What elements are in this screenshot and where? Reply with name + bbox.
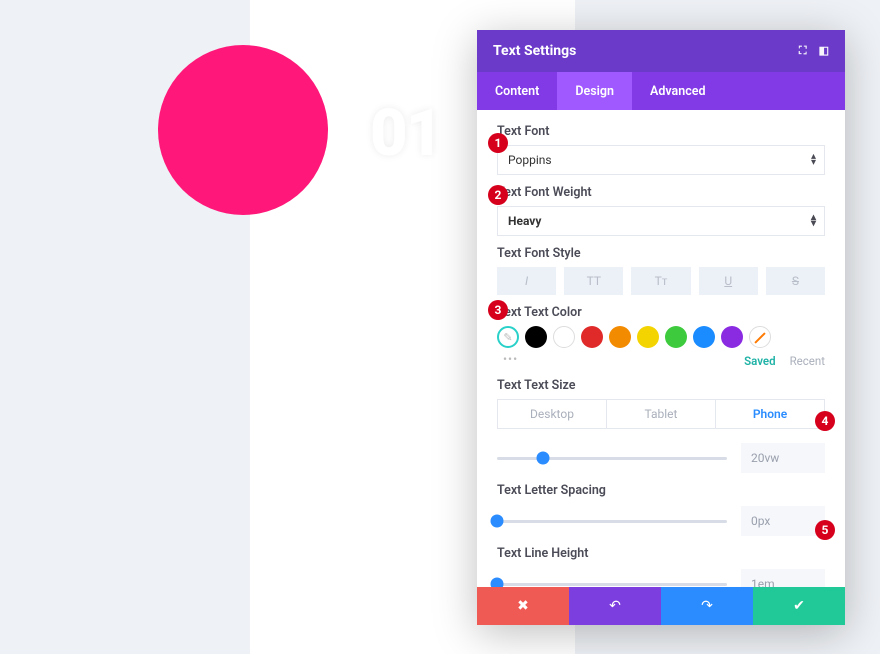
color-swatch-white[interactable] (553, 326, 575, 348)
callout-badge-3: 3 (488, 300, 508, 320)
color-swatch-green[interactable] (665, 326, 687, 348)
text-size-input[interactable]: 20vw (741, 443, 825, 473)
palette-saved-tab[interactable]: Saved (744, 354, 775, 368)
redo-button[interactable]: ↷ (661, 587, 753, 625)
select-arrows-icon: ▴▾ (811, 215, 816, 227)
panel-footer: ✖ ↶ ↷ ✔ (477, 587, 845, 625)
letter-spacing-input[interactable]: 0px (741, 506, 825, 536)
font-style-group: I TT Tᴛ U S (497, 267, 825, 295)
save-button[interactable]: ✔ (753, 587, 845, 625)
panel-body: Text Font Poppins ▴▾ Text Font Weight He… (477, 110, 845, 587)
tab-content[interactable]: Content (477, 72, 557, 110)
color-swatch-yellow[interactable] (637, 326, 659, 348)
device-tab-tablet[interactable]: Tablet (607, 400, 716, 428)
weight-label: Text Font Weight (497, 185, 825, 200)
palette-recent-tab[interactable]: Recent (790, 354, 825, 368)
text-size-slider[interactable] (497, 457, 727, 460)
italic-button[interactable]: I (497, 267, 556, 295)
letter-spacing-slider[interactable] (497, 520, 727, 523)
cancel-button[interactable]: ✖ (477, 587, 569, 625)
uppercase-button[interactable]: TT (564, 267, 623, 295)
line-height-input[interactable]: 1em (741, 569, 825, 587)
color-swatch-black[interactable] (525, 326, 547, 348)
device-tab-phone[interactable]: Phone (716, 400, 824, 428)
style-label: Text Font Style (497, 246, 825, 261)
snap-icon[interactable]: ◧ (819, 44, 829, 58)
color-swatch-none[interactable] (749, 326, 771, 348)
panel-header: Text Settings ⛶ ◧ (477, 30, 845, 72)
font-value: Poppins (508, 153, 552, 167)
tab-advanced[interactable]: Advanced (632, 72, 724, 110)
smallcaps-button[interactable]: Tᴛ (631, 267, 690, 295)
color-label: Text Text Color (497, 305, 825, 320)
weight-value: Heavy (508, 214, 541, 228)
panel-tabs: Content Design Advanced (477, 72, 845, 110)
device-tabs: Desktop Tablet Phone (497, 399, 825, 429)
callout-badge-4: 4 (815, 411, 835, 431)
weight-select[interactable]: Heavy ▴▾ (497, 206, 825, 236)
color-swatch-purple[interactable] (721, 326, 743, 348)
underline-button[interactable]: U (699, 267, 758, 295)
color-swatch-orange[interactable] (609, 326, 631, 348)
line-height-label: Text Line Height (497, 546, 825, 561)
color-swatches: ✎ (497, 326, 825, 348)
font-select[interactable]: Poppins ▴▾ (497, 145, 825, 175)
line-height-slider[interactable] (497, 583, 727, 586)
panel-title: Text Settings (493, 43, 576, 59)
font-label: Text Font (497, 124, 825, 139)
section-number: 01 (370, 95, 441, 171)
select-arrows-icon: ▴▾ (811, 154, 816, 166)
callout-badge-2: 2 (488, 185, 508, 205)
color-swatch-blue[interactable] (693, 326, 715, 348)
strikethrough-button[interactable]: S (766, 267, 825, 295)
color-swatch-red[interactable] (581, 326, 603, 348)
callout-badge-5: 5 (815, 520, 835, 540)
eyedropper-swatch[interactable]: ✎ (497, 326, 519, 348)
size-label: Text Text Size (497, 378, 825, 393)
settings-panel: Text Settings ⛶ ◧ Content Design Advance… (477, 30, 845, 625)
undo-button[interactable]: ↶ (569, 587, 661, 625)
device-tab-desktop[interactable]: Desktop (498, 400, 607, 428)
expand-icon[interactable]: ⛶ (799, 44, 807, 58)
tab-design[interactable]: Design (557, 72, 632, 110)
letter-spacing-label: Text Letter Spacing (497, 483, 825, 498)
callout-badge-1: 1 (488, 133, 508, 153)
pink-circle-shape (158, 45, 328, 215)
